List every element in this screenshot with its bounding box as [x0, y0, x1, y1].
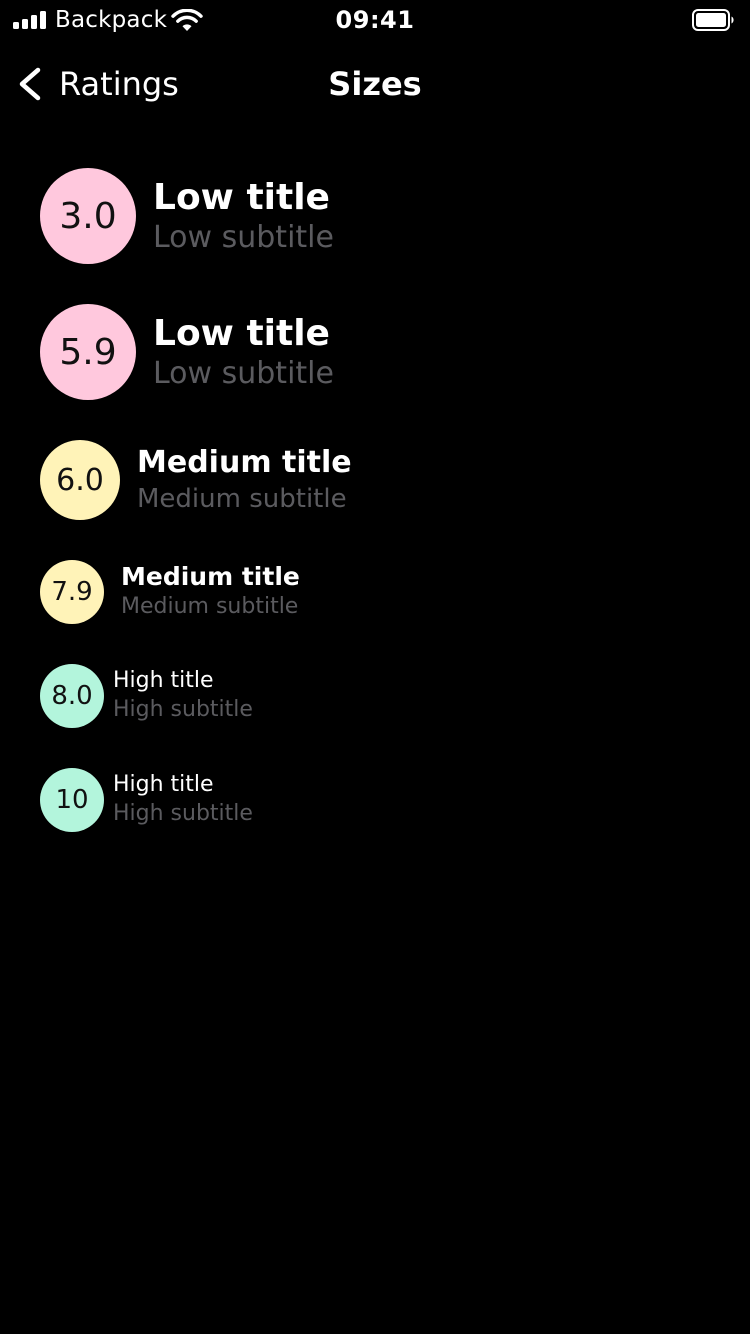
- rating-badge: 6.0: [40, 440, 120, 520]
- rating-text: Medium title Medium subtitle: [137, 444, 352, 516]
- page-title: Sizes: [328, 65, 422, 103]
- battery-icon: [692, 9, 734, 31]
- rating-badge: 3.0: [40, 168, 136, 264]
- navigation-bar: Ratings Sizes: [0, 40, 750, 128]
- rating-subtitle: High subtitle: [113, 801, 253, 826]
- rating-title: Low title: [153, 313, 330, 354]
- rating-subtitle: High subtitle: [113, 697, 253, 722]
- rating-title: High title: [113, 668, 214, 693]
- rating-badge: 5.9: [40, 304, 136, 400]
- rating-item: 7.9 Medium title Medium subtitle: [40, 560, 720, 624]
- rating-text: Low title Low subtitle: [153, 176, 334, 256]
- status-time: 09:41: [335, 6, 415, 34]
- rating-badge: 10: [40, 768, 104, 832]
- rating-item: 8.0 High title High subtitle: [40, 664, 720, 728]
- rating-item: 5.9 Low title Low subtitle: [40, 304, 720, 400]
- rating-text: Medium title Medium subtitle: [121, 562, 300, 622]
- rating-subtitle: Low subtitle: [153, 220, 334, 255]
- rating-text: High title High subtitle: [113, 771, 253, 829]
- rating-text: High title High subtitle: [113, 667, 253, 725]
- rating-text: Low title Low subtitle: [153, 312, 334, 392]
- status-bar: Backpack 09:41: [0, 0, 750, 40]
- rating-subtitle: Medium subtitle: [121, 594, 299, 619]
- rating-title: Low title: [153, 177, 330, 218]
- rating-title: Medium title: [121, 562, 300, 591]
- rating-item: 10 High title High subtitle: [40, 768, 720, 832]
- rating-badge: 8.0: [40, 664, 104, 728]
- rating-subtitle: Low subtitle: [153, 356, 334, 391]
- rating-subtitle: Medium subtitle: [137, 484, 347, 514]
- rating-item: 6.0 Medium title Medium subtitle: [40, 440, 720, 520]
- rating-item: 3.0 Low title Low subtitle: [40, 168, 720, 264]
- rating-title: High title: [113, 772, 214, 797]
- rating-title: Medium title: [137, 445, 352, 480]
- rating-badge: 7.9: [40, 560, 104, 624]
